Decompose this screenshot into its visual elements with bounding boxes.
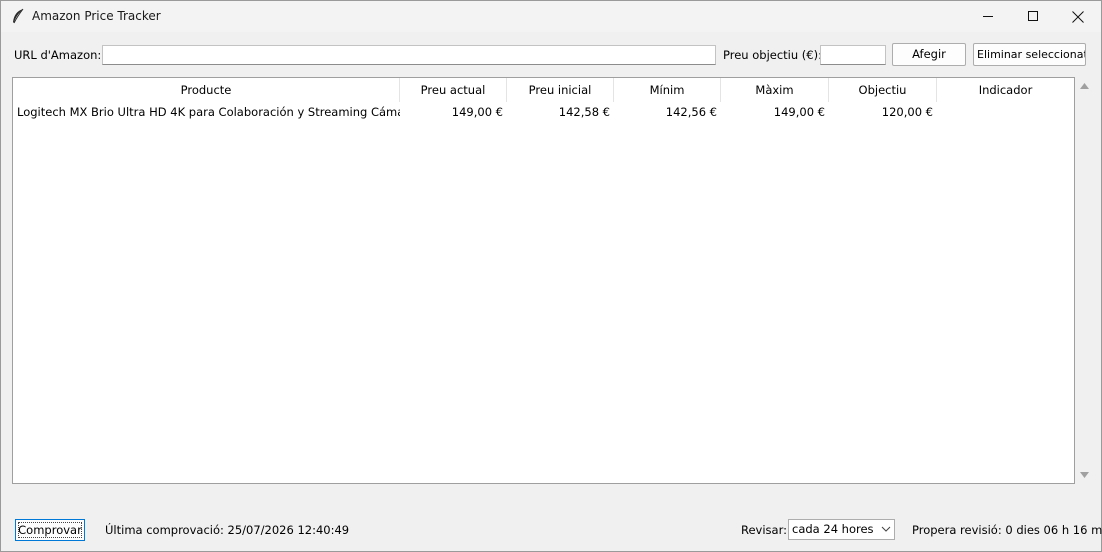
- maximize-icon: [1027, 11, 1038, 21]
- column-header-initial-price[interactable]: Preu inicial: [507, 78, 614, 102]
- column-header-product[interactable]: Producte: [13, 78, 400, 102]
- vertical-scrollbar[interactable]: [1076, 77, 1093, 484]
- check-button[interactable]: Comprovar: [15, 519, 85, 541]
- minimize-button[interactable]: [965, 1, 1011, 32]
- next-review-status: Propera revisió: 0 dies 06 h 16 min: [912, 523, 1102, 537]
- scroll-down-arrow-icon[interactable]: [1079, 470, 1090, 480]
- url-label: URL d'Amazon:: [14, 48, 102, 62]
- app-window: Amazon Price Tracker URL d'Amazon: Preu …: [0, 0, 1102, 552]
- target-price-label: Preu objectiu (€):: [723, 48, 822, 62]
- close-button[interactable]: [1055, 1, 1101, 32]
- review-interval-select[interactable]: cada 24 hores: [788, 519, 895, 540]
- column-header-target[interactable]: Objectiu: [829, 78, 937, 102]
- cell-indicator: [937, 102, 1074, 122]
- column-header-current-price[interactable]: Preu actual: [400, 78, 507, 102]
- maximize-button[interactable]: [1010, 1, 1056, 32]
- cell-initial-price: 142,58 €: [558, 105, 610, 119]
- minimize-icon: [982, 16, 993, 17]
- products-table[interactable]: Producte Preu actual Preu inicial Mínim …: [12, 77, 1075, 484]
- table-header: Producte Preu actual Preu inicial Mínim …: [13, 78, 1074, 102]
- table-row[interactable]: Logitech MX Brio Ultra HD 4K para Colabo…: [13, 102, 1074, 122]
- review-interval-label: Revisar:: [741, 523, 787, 537]
- cell-maximum: 149,00 €: [773, 105, 825, 119]
- window-title: Amazon Price Tracker: [32, 9, 161, 23]
- feather-icon: [11, 8, 25, 24]
- column-header-maximum[interactable]: Màxim: [721, 78, 829, 102]
- close-icon: [1072, 10, 1084, 23]
- cell-target: 120,00 €: [881, 105, 933, 119]
- column-header-indicator[interactable]: Indicador: [937, 78, 1074, 102]
- url-input[interactable]: [102, 45, 716, 65]
- cell-product: Logitech MX Brio Ultra HD 4K para Colabo…: [17, 105, 400, 119]
- review-interval-value: cada 24 hores: [792, 522, 874, 536]
- cell-minimum: 142,56 €: [665, 105, 717, 119]
- target-price-input[interactable]: [820, 45, 886, 65]
- scroll-up-arrow-icon[interactable]: [1079, 81, 1090, 91]
- chevron-down-icon: [881, 526, 891, 532]
- remove-selected-button[interactable]: Eliminar seleccionat: [973, 43, 1086, 66]
- column-header-minimum[interactable]: Mínim: [614, 78, 721, 102]
- last-check-status: Última comprovació: 25/07/2026 12:40:49: [105, 523, 350, 537]
- title-bar[interactable]: Amazon Price Tracker: [1, 1, 1101, 32]
- add-button[interactable]: Afegir: [892, 43, 966, 66]
- cell-current-price: 149,00 €: [451, 105, 503, 119]
